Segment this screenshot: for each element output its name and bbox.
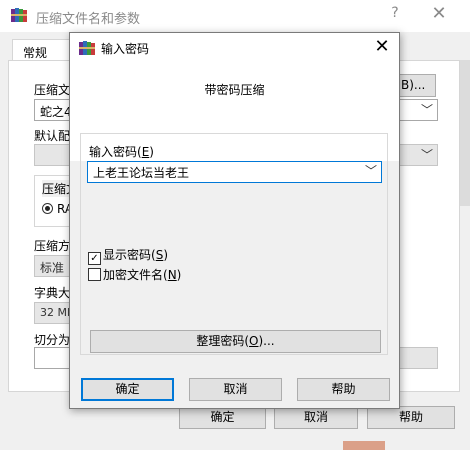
profile-label: 默认配 (34, 129, 71, 143)
winrar-books-icon (79, 41, 95, 55)
password-combo[interactable]: 上老王论坛当老王 ﹀ (87, 161, 382, 183)
browse-button[interactable]: B)... (398, 74, 436, 97)
encrypt-filenames-checkbox[interactable]: 加密文件名(N) (88, 266, 181, 283)
dialog-heading: 带密码压缩 (204, 83, 265, 97)
bg-ok-button[interactable]: 确定 (179, 406, 266, 429)
close-icon[interactable]: ✕ (371, 36, 393, 57)
method-label: 压缩方 (34, 239, 71, 253)
archive-name-value: 蛇之4 (40, 105, 72, 119)
help-icon[interactable]: ? (385, 5, 405, 21)
split-combo[interactable] (34, 347, 70, 369)
organize-passwords-button[interactable]: 整理密码(O)... (90, 330, 381, 353)
password-label: 输入密码(E) (89, 145, 154, 159)
checkbox-checked-icon: ✓ (88, 252, 101, 265)
taskbar-fragment (343, 441, 385, 450)
chevron-down-icon: ﹀ (420, 148, 433, 162)
show-password-checkbox[interactable]: ✓ 显示密码(S) (88, 246, 168, 265)
dictionary-value: 32 MB (40, 306, 69, 319)
method-combo[interactable]: 标准 (34, 255, 70, 277)
dictionary-label: 字典大 (34, 286, 71, 300)
scrollbar[interactable] (460, 60, 470, 206)
ok-button[interactable]: 确定 (81, 378, 174, 401)
password-value: 上老王论坛当老王 (93, 166, 190, 180)
radio-selected-icon (42, 203, 53, 214)
checkbox-unchecked-icon (88, 268, 101, 281)
split-label: 切分为 (34, 333, 71, 347)
chevron-down-icon[interactable]: ﹀ (365, 162, 377, 179)
method-value: 标准 (40, 261, 65, 275)
close-icon[interactable]: ✕ (428, 3, 450, 24)
title-bar: 压缩文件名和参数 ? ✕ (0, 0, 470, 32)
split-unit-combo[interactable] (398, 347, 438, 369)
help-button[interactable]: 帮助 (297, 378, 390, 401)
tab-general[interactable]: 常规 (12, 39, 70, 62)
dialog-title: 输入密码 (101, 42, 150, 56)
password-dialog: 输入密码 ✕ 带密码压缩 输入密码(E) 上老王论坛当老王 ﹀ ✓ 显示密码(S)… (69, 32, 400, 409)
dialog-title-bar: 输入密码 ✕ (70, 33, 399, 63)
archive-name-label: 压缩文 (34, 83, 71, 97)
winrar-books-icon (11, 8, 27, 22)
cancel-button[interactable]: 取消 (189, 378, 282, 401)
bg-help-button[interactable]: 帮助 (367, 406, 455, 429)
window-title: 压缩文件名和参数 (36, 12, 141, 27)
chevron-down-icon: ﹀ (420, 103, 433, 117)
dictionary-combo[interactable]: 32 MB (34, 302, 70, 324)
bg-cancel-button[interactable]: 取消 (274, 406, 358, 429)
